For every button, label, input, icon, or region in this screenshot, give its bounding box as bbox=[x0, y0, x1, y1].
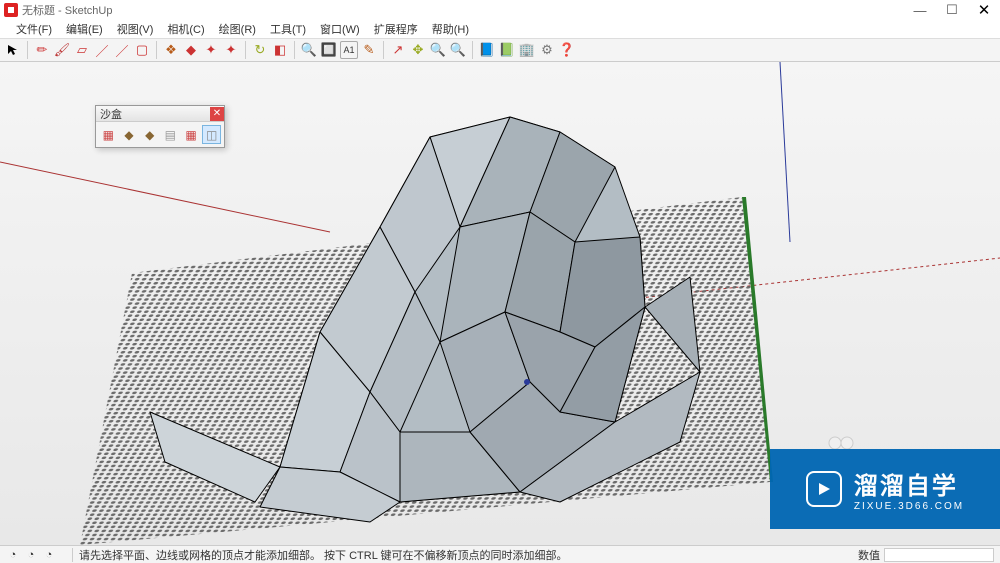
pan-icon[interactable]: ◧ bbox=[271, 41, 289, 59]
orbit-icon[interactable]: ↻ bbox=[251, 41, 269, 59]
watermark: 溜溜自学 ZIXUE.3D66.COM bbox=[770, 449, 1000, 529]
text-icon[interactable]: A1 bbox=[340, 41, 358, 59]
watermark-title: 溜溜自学 bbox=[854, 466, 964, 501]
status-icon-1[interactable]: ◔ bbox=[6, 548, 20, 562]
rect-icon[interactable]: ▱ bbox=[73, 41, 91, 59]
menu-bar: 文件(F) 编辑(E) 视图(V) 相机(C) 绘图(R) 工具(T) 窗口(W… bbox=[0, 20, 1000, 38]
menu-help[interactable]: 帮助(H) bbox=[426, 19, 475, 39]
status-help-text: 请先选择平面、边线或网格的顶点才能添加细部。 按下 CTRL 键可在不偏移新顶点… bbox=[79, 547, 567, 563]
book2-icon[interactable]: 📗 bbox=[498, 41, 516, 59]
warehouse-icon[interactable]: 🏢 bbox=[518, 41, 536, 59]
figure-icon bbox=[827, 436, 855, 450]
menu-tools[interactable]: 工具(T) bbox=[264, 19, 312, 39]
menu-extensions[interactable]: 扩展程序 bbox=[368, 19, 424, 39]
main-toolbar: ✏ 🖌 ▱ ／ ／ ▢ ❖ ◆ ✦ ✦ ↻ ◧ 🔍 🔲 A1 ✎ ↗ ✥ 🔍 🔍… bbox=[0, 38, 1000, 62]
play-icon bbox=[806, 471, 842, 507]
pencil-icon[interactable]: ✏ bbox=[33, 41, 51, 59]
sandbox-stamp-icon[interactable]: ▤ bbox=[161, 125, 180, 144]
close-button[interactable]: ✕ bbox=[968, 0, 1000, 20]
settings-icon[interactable]: ⚙ bbox=[538, 41, 556, 59]
pushpull-icon[interactable]: ◆ bbox=[182, 41, 200, 59]
zoom-icon[interactable]: 🔍 bbox=[300, 41, 318, 59]
look-icon[interactable]: ✥ bbox=[409, 41, 427, 59]
minimize-button[interactable]: — bbox=[904, 0, 936, 20]
menu-camera[interactable]: 相机(C) bbox=[161, 19, 210, 39]
paint-icon[interactable]: 🖌 bbox=[53, 41, 71, 59]
move-icon[interactable]: ❖ bbox=[162, 41, 180, 59]
zoom3-icon[interactable]: 🔍 bbox=[449, 41, 467, 59]
shape-icon[interactable]: ▢ bbox=[133, 41, 151, 59]
maximize-button[interactable]: ☐ bbox=[936, 0, 968, 20]
sandbox-detail-icon[interactable]: ◫ bbox=[202, 125, 221, 144]
select-tool[interactable] bbox=[4, 41, 22, 59]
measurement-input[interactable] bbox=[884, 548, 994, 562]
scale-icon[interactable]: ✦ bbox=[222, 41, 240, 59]
status-icon-2[interactable]: ◔ bbox=[24, 548, 38, 562]
sandbox-panel[interactable]: 沙盒 ✕ ▦ ◆ ◆ ▤ ▦ ◫ bbox=[95, 105, 225, 148]
sandbox-from-contours-icon[interactable]: ▦ bbox=[99, 125, 118, 144]
status-right-label: 数值 bbox=[858, 547, 880, 563]
walk-icon[interactable]: ↗ bbox=[389, 41, 407, 59]
book1-icon[interactable]: 📘 bbox=[478, 41, 496, 59]
status-icon-3[interactable]: ◔ bbox=[42, 548, 56, 562]
sandbox-smoove-icon[interactable]: ◆ bbox=[140, 125, 159, 144]
panel-title: 沙盒 bbox=[100, 106, 122, 122]
line2-icon[interactable]: ／ bbox=[113, 41, 131, 59]
viewport-3d[interactable]: 沙盒 ✕ ▦ ◆ ◆ ▤ ▦ ◫ 溜溜自学 ZIXUE.3D66.COM bbox=[0, 62, 1000, 545]
dimension-icon[interactable]: ✎ bbox=[360, 41, 378, 59]
app-logo bbox=[4, 3, 18, 17]
sandbox-drape-icon[interactable]: ▦ bbox=[182, 125, 201, 144]
zoom2-icon[interactable]: 🔍 bbox=[429, 41, 447, 59]
menu-window[interactable]: 窗口(W) bbox=[314, 19, 366, 39]
zoom-window-icon[interactable]: 🔲 bbox=[320, 41, 338, 59]
help-icon[interactable]: ❓ bbox=[558, 41, 576, 59]
menu-edit[interactable]: 编辑(E) bbox=[60, 19, 109, 39]
panel-close-icon[interactable]: ✕ bbox=[210, 107, 224, 121]
menu-file[interactable]: 文件(F) bbox=[10, 19, 58, 39]
watermark-url: ZIXUE.3D66.COM bbox=[854, 501, 964, 512]
line-icon[interactable]: ／ bbox=[93, 41, 111, 59]
sandbox-from-scratch-icon[interactable]: ◆ bbox=[120, 125, 139, 144]
window-title: 无标题 - SketchUp bbox=[22, 2, 112, 18]
status-bar: ◔ ◔ ◔ 请先选择平面、边线或网格的顶点才能添加细部。 按下 CTRL 键可在… bbox=[0, 545, 1000, 563]
menu-draw[interactable]: 绘图(R) bbox=[213, 19, 262, 39]
menu-view[interactable]: 视图(V) bbox=[111, 19, 160, 39]
rotate-icon[interactable]: ✦ bbox=[202, 41, 220, 59]
